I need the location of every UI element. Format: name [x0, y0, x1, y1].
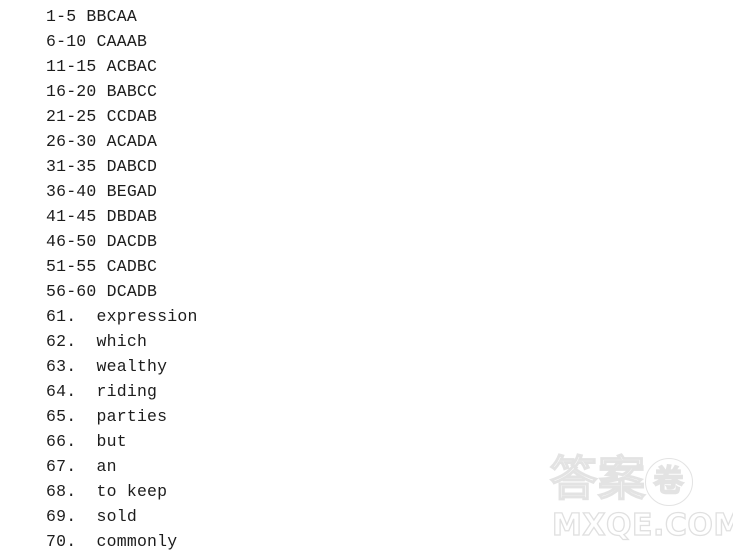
- answer-letters: DABCD: [106, 157, 158, 176]
- answer-word-row: 70. commonly: [46, 529, 177, 554]
- answer-row-gap: [97, 57, 107, 76]
- answer-row-gap: [97, 232, 107, 251]
- answer-range-label: 1-5: [46, 7, 77, 26]
- answer-item-number: 64.: [46, 382, 77, 401]
- answer-word-row: 68. to keep: [46, 479, 167, 504]
- answer-item-word: parties: [96, 407, 168, 426]
- answer-row-gap: [86, 32, 96, 51]
- answer-letters: CCDAB: [106, 107, 158, 126]
- answer-range-row: 26-30 ACADA: [46, 129, 157, 154]
- answer-range-label: 21-25: [46, 107, 97, 126]
- answer-item-number: 61.: [46, 307, 77, 326]
- answer-word-row: 67. an: [46, 454, 117, 479]
- answer-word-row: 64. riding: [46, 379, 157, 404]
- answer-range-label: 31-35: [46, 157, 97, 176]
- answer-item-number: 68.: [46, 482, 77, 501]
- answer-range-label: 16-20: [46, 82, 97, 101]
- answer-range-row: 11-15 ACBAC: [46, 54, 157, 79]
- answer-range-row: 21-25 CCDAB: [46, 104, 157, 129]
- answer-row-gap: [76, 357, 96, 376]
- answer-word-row: 63. wealthy: [46, 354, 167, 379]
- answer-letters: BEGAD: [106, 182, 158, 201]
- answer-letters: DBDAB: [106, 207, 158, 226]
- answer-item-number: 70.: [46, 532, 77, 551]
- answer-row-gap: [76, 307, 96, 326]
- answer-word-row: 62. which: [46, 329, 147, 354]
- answer-range-label: 26-30: [46, 132, 97, 151]
- answer-range-label: 41-45: [46, 207, 97, 226]
- answer-item-number: 66.: [46, 432, 77, 451]
- answer-row-gap: [76, 7, 86, 26]
- answer-item-number: 69.: [46, 507, 77, 526]
- answer-letters: DCADB: [106, 282, 158, 301]
- answer-range-row: 56-60 DCADB: [46, 279, 157, 304]
- answer-row-gap: [76, 407, 96, 426]
- answer-item-number: 67.: [46, 457, 77, 476]
- answer-letters: BBCAA: [86, 7, 137, 26]
- answer-word-row: 69. sold: [46, 504, 137, 529]
- answer-row-gap: [97, 132, 107, 151]
- answer-item-word: to keep: [96, 482, 168, 501]
- answer-range-label: 51-55: [46, 257, 97, 276]
- answer-row-gap: [76, 382, 96, 401]
- answer-range-row: 46-50 DACDB: [46, 229, 157, 254]
- answer-item-word: commonly: [96, 532, 178, 551]
- answer-row-gap: [76, 457, 96, 476]
- answer-row-gap: [76, 532, 96, 551]
- answer-letters: CADBC: [106, 257, 158, 276]
- answer-range-label: 36-40: [46, 182, 97, 201]
- answer-item-word: wealthy: [96, 357, 168, 376]
- answer-letters: CAAAB: [96, 32, 148, 51]
- answer-range-label: 46-50: [46, 232, 97, 251]
- answer-item-word: riding: [96, 382, 158, 401]
- answer-range-label: 11-15: [46, 57, 97, 76]
- answer-word-row: 65. parties: [46, 404, 167, 429]
- answer-word-row: 61. expression: [46, 304, 198, 329]
- answer-range-row: 51-55 CADBC: [46, 254, 157, 279]
- answer-letters: ACBAC: [106, 57, 158, 76]
- answer-letters: BABCC: [106, 82, 158, 101]
- answer-range-row: 41-45 DBDAB: [46, 204, 157, 229]
- answer-range-row: 36-40 BEGAD: [46, 179, 157, 204]
- answer-letters: ACADA: [106, 132, 158, 151]
- answer-item-number: 62.: [46, 332, 77, 351]
- answer-item-word: sold: [96, 507, 137, 526]
- answer-item-number: 65.: [46, 407, 77, 426]
- answer-row-gap: [97, 207, 107, 226]
- answer-row-gap: [76, 507, 96, 526]
- answer-range-label: 6-10: [46, 32, 87, 51]
- answer-row-gap: [76, 432, 96, 451]
- answer-word-row: 66. but: [46, 429, 127, 454]
- answer-row-gap: [97, 82, 107, 101]
- answer-range-row: 6-10 CAAAB: [46, 29, 147, 54]
- answer-row-gap: [97, 107, 107, 126]
- answer-range-row: 16-20 BABCC: [46, 79, 157, 104]
- answer-item-word: but: [96, 432, 127, 451]
- answer-row-gap: [97, 157, 107, 176]
- answer-row-gap: [97, 182, 107, 201]
- answer-row-gap: [97, 282, 107, 301]
- answer-row-gap: [97, 257, 107, 276]
- answer-item-word: expression: [96, 307, 198, 326]
- answer-item-word: an: [96, 457, 117, 476]
- answer-letters: DACDB: [106, 232, 158, 251]
- answer-row-gap: [76, 332, 96, 351]
- answer-row-gap: [76, 482, 96, 501]
- answer-item-word: which: [96, 332, 148, 351]
- answer-range-row: 31-35 DABCD: [46, 154, 157, 179]
- answer-item-number: 63.: [46, 357, 77, 376]
- answer-range-label: 56-60: [46, 282, 97, 301]
- answer-range-row: 1-5 BBCAA: [46, 4, 137, 29]
- answer-sheet: 1-5 BBCAA 6-10 CAAAB 11-15 ACBAC 16-20 BABC…: [0, 0, 733, 560]
